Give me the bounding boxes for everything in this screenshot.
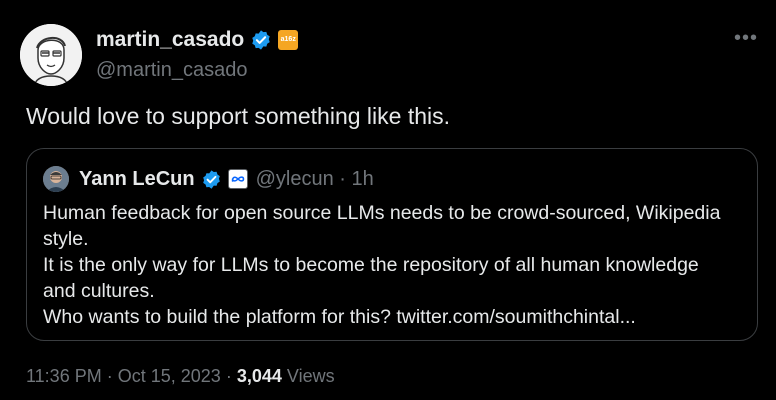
more-icon: ••• [733, 27, 758, 49]
tweet-text: Would love to support something like thi… [26, 103, 451, 129]
avatar-sketch-icon [20, 24, 82, 86]
footer-separator: · [106, 366, 113, 386]
author-handle[interactable]: @martin_casado [96, 59, 298, 82]
quoted-tweet-card[interactable]: Yann LeCun @ylecun · 1h Human feedback f… [26, 148, 758, 341]
more-options-button[interactable]: ••• [734, 28, 758, 48]
tweet-date[interactable]: Oct 15, 2023 [118, 366, 221, 386]
footer-separator: · [225, 366, 232, 386]
quoted-text-line: and cultures. [43, 280, 155, 302]
quoted-tweet-header: Yann LeCun @ylecun · 1h [43, 166, 374, 192]
tweet-time[interactable]: 11:36 PM [26, 366, 102, 386]
quoted-text-line-with-link[interactable]: Who wants to build the platform for this… [43, 304, 743, 330]
verified-badge-icon [252, 30, 270, 50]
quoted-author-name[interactable]: Yann LeCun [79, 168, 195, 191]
quoted-verified-badge-icon [202, 169, 220, 189]
quoted-text-line: style. [43, 228, 89, 250]
quoted-author-avatar [43, 166, 69, 192]
quoted-separator: · [339, 167, 346, 190]
author-avatar[interactable] [20, 24, 82, 86]
quoted-author-handle[interactable]: @ylecun · 1h [256, 168, 374, 191]
quoted-text-line: It is the only way for LLMs to become th… [43, 254, 699, 276]
quoted-avatar-photo-icon [43, 166, 69, 192]
meta-logo-icon [227, 169, 248, 189]
author-block: martin_casado a16z @martin_casado [96, 27, 299, 82]
views-count[interactable]: 3,044 [237, 366, 282, 386]
author-name-row: martin_casado a16z [96, 27, 299, 53]
views-label: Views [286, 366, 335, 386]
top-divider [0, 0, 776, 8]
quoted-time-ago[interactable]: 1h [352, 168, 374, 190]
tweet-metadata: 11:36 PM · Oct 15, 2023 · 3,044 Views [26, 366, 335, 387]
quoted-text-line: Human feedback for open source LLMs need… [43, 202, 721, 224]
affiliation-badge[interactable]: a16z [278, 30, 299, 50]
author-display-name[interactable]: martin_casado [96, 28, 244, 52]
quoted-tweet-text: Human feedback for open source LLMs need… [43, 200, 743, 330]
